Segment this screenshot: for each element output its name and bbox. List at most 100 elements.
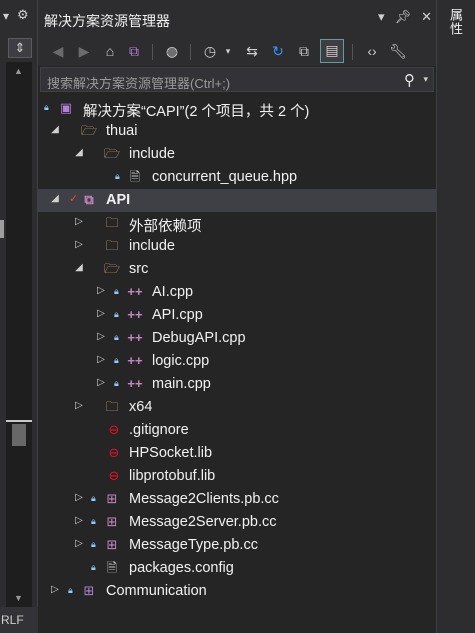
- search-options-dropdown-icon[interactable]: ▾: [423, 74, 428, 85]
- tree-item-project-selected[interactable]: ◢ ✓ ⧉ API: [38, 189, 436, 212]
- tree-item-folder[interactable]: ◢ 🗁︎ thuai: [38, 120, 436, 143]
- folder-open-icon: 🗁︎: [81, 123, 98, 138]
- tree-item-label: include: [129, 146, 175, 162]
- cpp-file-icon: ++: [127, 307, 143, 322]
- collapsed-arrow-icon[interactable]: ▷: [96, 285, 106, 296]
- tree-item-folder[interactable]: ◢ 🗁︎ src: [38, 258, 436, 281]
- collapsed-arrow-icon[interactable]: ▷: [96, 377, 106, 388]
- checkout-check-icon: ✓: [69, 193, 79, 205]
- title-buttons: ▾ 📌︎ ✕: [378, 9, 432, 25]
- collapsed-arrow-icon[interactable]: ▷: [74, 538, 84, 549]
- tree-item-folder[interactable]: ▷ 🗀︎ include: [38, 235, 436, 258]
- collapsed-arrow-icon[interactable]: ▷: [74, 515, 84, 526]
- expanded-arrow-icon[interactable]: ◢: [50, 124, 60, 135]
- collapsed-arrow-icon[interactable]: ▷: [96, 354, 106, 365]
- lock-icon: 🔒︎: [68, 585, 73, 595]
- show-all-files-icon[interactable]: ▤: [320, 39, 344, 63]
- excluded-file-icon: ⊖: [108, 422, 120, 437]
- lock-icon: 🔒︎: [114, 286, 119, 296]
- tree-item-file[interactable]: ⊖ HPSocket.lib: [38, 442, 436, 465]
- panel-titlebar: 解决方案资源管理器 ▾ 📌︎ ✕: [38, 0, 436, 36]
- collapsed-arrow-icon[interactable]: ▷: [74, 239, 84, 250]
- expanded-arrow-icon[interactable]: ◢: [74, 147, 84, 158]
- excluded-file-icon: ⊖: [108, 468, 120, 483]
- dropdown-arrow-icon[interactable]: ▾: [3, 9, 9, 23]
- tree-item-project[interactable]: ▷ 🔒︎ ⊞ Communication: [38, 580, 436, 603]
- collapsed-arrow-icon[interactable]: ▷: [96, 308, 106, 319]
- tree-item-file[interactable]: ▷ 🔒︎ ++ logic.cpp: [38, 350, 436, 373]
- collapsed-arrow-icon[interactable]: ▷: [74, 216, 84, 227]
- tree-item-label: DebugAPI.cpp: [152, 330, 246, 346]
- tree-item-label: x64: [129, 399, 153, 415]
- toolbar-separator: [190, 44, 191, 60]
- search-icon[interactable]: ⚲: [404, 71, 415, 89]
- search-input[interactable]: 搜索解决方案资源管理器(Ctrl+;): [47, 73, 230, 92]
- search-box[interactable]: 搜索解决方案资源管理器(Ctrl+;) ⚲ ▾: [40, 67, 434, 92]
- scroll-position-marker: [6, 420, 32, 422]
- tree-item-folder[interactable]: ▷ 🗀︎ x64: [38, 396, 436, 419]
- cpp-project-icon: ⧉: [84, 192, 94, 207]
- history-icon[interactable]: ◷: [200, 41, 220, 61]
- gear-icon[interactable]: ⚙: [17, 7, 29, 23]
- properties-tab[interactable]: 属性: [447, 8, 465, 36]
- lock-icon: 🔒︎: [114, 378, 119, 388]
- expanded-arrow-icon[interactable]: ◢: [50, 193, 60, 204]
- pin-icon[interactable]: 📌︎: [395, 9, 412, 25]
- properties-wrench-icon[interactable]: 🔧︎: [388, 41, 408, 61]
- tree-item-file[interactable]: ▷ 🔒︎ ++ AI.cpp: [38, 281, 436, 304]
- scrollbar-thumb[interactable]: [12, 424, 26, 446]
- scroll-down-icon[interactable]: ▼: [14, 593, 23, 603]
- toolbar-separator: [352, 44, 353, 60]
- collapsed-arrow-icon[interactable]: ▷: [96, 331, 106, 342]
- lock-icon: 🔒︎: [91, 493, 96, 503]
- left-scrollbar[interactable]: ▲ ▼: [6, 62, 32, 607]
- header-file-icon: 🗎: [129, 169, 141, 184]
- lock-icon: 🔒︎: [44, 102, 49, 112]
- lock-icon: 🔒︎: [114, 309, 119, 319]
- toolbar-separator: [152, 44, 153, 60]
- tree-item-label: include: [129, 238, 175, 254]
- history-dropdown-icon[interactable]: ▾: [218, 41, 238, 61]
- tree-item-file[interactable]: 🔒︎ 🗎 packages.config: [38, 557, 436, 580]
- back-icon[interactable]: ◀: [48, 41, 68, 61]
- collapsed-arrow-icon[interactable]: ▷: [74, 400, 84, 411]
- split-editor-button[interactable]: ⇕: [8, 38, 32, 58]
- tree-item-file[interactable]: ⊖ libprotobuf.lib: [38, 465, 436, 488]
- line-ending-status[interactable]: RLF: [0, 607, 38, 633]
- lock-icon: 🔒︎: [114, 355, 119, 365]
- home-icon[interactable]: ⌂: [100, 41, 120, 61]
- tree-item-file[interactable]: 🔒︎ 🗎 concurrent_queue.hpp: [38, 166, 436, 189]
- tree-item-file[interactable]: ▷ 🔒︎ ⊞ Message2Clients.pb.cc: [38, 488, 436, 511]
- collapse-all-icon[interactable]: ⧉: [294, 41, 314, 61]
- tree-item-label: packages.config: [129, 560, 234, 576]
- collapsed-arrow-icon[interactable]: ▷: [74, 492, 84, 503]
- tree-item-folder[interactable]: ◢ 🗁︎ include: [38, 143, 436, 166]
- editor-edge-marker: [0, 220, 4, 238]
- tree-item-file[interactable]: ▷ 🔒︎ ⊞ Message2Server.pb.cc: [38, 511, 436, 534]
- sync-icon[interactable]: ⇆: [242, 41, 262, 61]
- collapsed-arrow-icon[interactable]: ▷: [50, 584, 60, 595]
- folder-icon: 🗀︎: [105, 399, 119, 414]
- tree-item-file[interactable]: ▷ 🔒︎ ++ DebugAPI.cpp: [38, 327, 436, 350]
- folder-open-icon: 🗁︎: [104, 146, 121, 161]
- refresh-icon[interactable]: ↻: [268, 41, 288, 61]
- view-code-icon[interactable]: ‹›: [362, 41, 382, 61]
- scroll-up-icon[interactable]: ▲: [14, 66, 23, 76]
- vs-switch-icon[interactable]: ⧉: [124, 41, 144, 61]
- tree-item-label: Message2Server.pb.cc: [129, 514, 277, 530]
- tree-item-folder[interactable]: ▷ 🗀︎ 外部依赖项: [38, 212, 436, 235]
- tree-item-label: Communication: [106, 583, 207, 599]
- lock-icon: 🔒︎: [114, 332, 119, 342]
- tree-item-solution[interactable]: 🔒︎ ▣ 解决方案“CAPI”(2 个项目，共 2 个): [38, 97, 436, 120]
- tree-item-label: concurrent_queue.hpp: [152, 169, 298, 185]
- tree-item-file[interactable]: ▷ 🔒︎ ++ API.cpp: [38, 304, 436, 327]
- expanded-arrow-icon[interactable]: ◢: [74, 262, 84, 273]
- tree-item-file[interactable]: ⊖ .gitignore: [38, 419, 436, 442]
- window-position-dropdown-icon[interactable]: ▾: [378, 9, 385, 25]
- close-icon[interactable]: ✕: [421, 9, 432, 25]
- tree-item-file[interactable]: ▷ 🔒︎ ++ main.cpp: [38, 373, 436, 396]
- globe-icon[interactable]: ◍: [162, 41, 182, 61]
- right-dock-strip: 属性: [436, 0, 475, 633]
- forward-icon[interactable]: ▶: [74, 41, 94, 61]
- tree-item-file[interactable]: ▷ 🔒︎ ⊞ MessageType.pb.cc: [38, 534, 436, 557]
